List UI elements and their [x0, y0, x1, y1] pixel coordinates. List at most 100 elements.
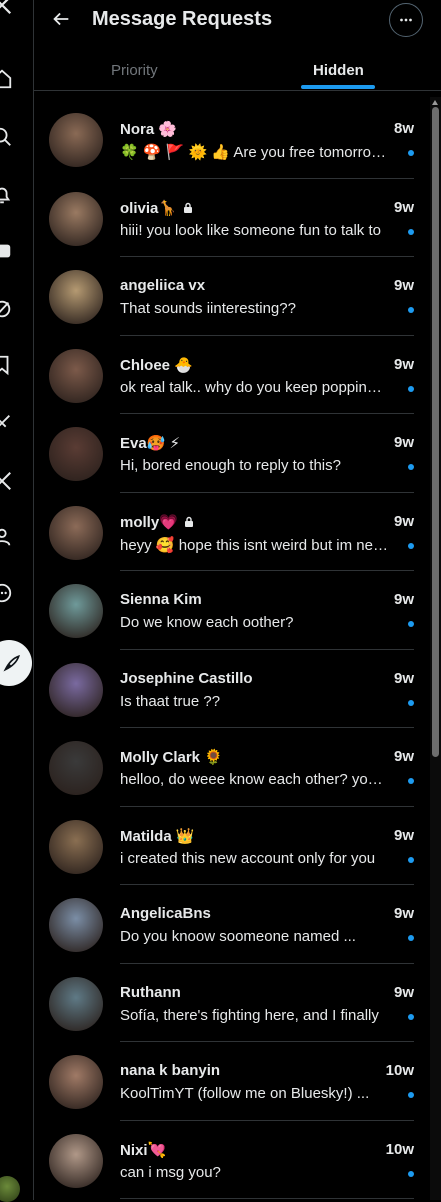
unread-dot — [408, 1170, 414, 1177]
scrollbar[interactable] — [430, 97, 441, 1200]
more-circle-icon[interactable] — [0, 582, 13, 604]
ellipsis-icon — [400, 18, 412, 22]
account-avatar[interactable] — [0, 1176, 20, 1202]
avatar[interactable] — [49, 584, 103, 638]
sender-name-text: angeliica vx — [120, 277, 206, 294]
compose-post-button[interactable] — [0, 640, 32, 686]
sender-name-text: Sienna Kim — [120, 591, 202, 608]
message-preview: helloo, do weee know each other? you loo… — [120, 771, 388, 788]
timestamp: 9w — [393, 983, 414, 1001]
sender-name: nana k banyin — [120, 1062, 220, 1079]
avatar[interactable] — [49, 1055, 103, 1109]
avatar[interactable] — [49, 741, 103, 795]
sender-name-text: olivia🦒 — [120, 199, 178, 217]
message-preview: 🍀 🍄 🚩 🌞 👍 Are you free tomorrow? — [120, 144, 388, 161]
conversation-row[interactable]: Ruthann 9w Sofía, there's fighting here, a… — [34, 964, 430, 1042]
more-options-button[interactable] — [389, 3, 423, 37]
conversation-row[interactable]: Matilda 👑 9w i created this new account on… — [34, 807, 430, 885]
protected-lock-icon — [184, 516, 193, 527]
avatar[interactable] — [49, 505, 103, 560]
message-preview: That sounds iinteresting?? — [120, 300, 296, 317]
conversation-row[interactable]: molly💗 9w heyy 🥰 hope this isnt weird but … — [34, 493, 430, 571]
avatar[interactable] — [49, 976, 103, 1031]
sender-name: Nora 🌸 — [120, 120, 177, 138]
home-icon[interactable] — [0, 68, 13, 90]
unread-dot — [408, 385, 414, 392]
sender-name: molly💗 — [120, 513, 194, 531]
conversation-row[interactable]: Chloee 🐣 9w ok real talk.. why do you keep… — [34, 336, 430, 414]
avatar[interactable] — [49, 1133, 103, 1188]
back-arrow-icon[interactable] — [50, 8, 72, 30]
avatar[interactable] — [49, 191, 103, 246]
sender-name: Chloee 🐣 — [120, 356, 193, 374]
sender-name: Matilda 👑 — [120, 827, 195, 845]
sender-name-text: Matilda 👑 — [120, 827, 195, 845]
communities-icon[interactable] — [0, 412, 13, 434]
unread-dot — [408, 935, 414, 941]
conversation-row[interactable]: olivia🦒 9w hiii! you look like someone fun… — [34, 179, 430, 257]
unread-dot — [408, 150, 414, 156]
sender-name-text: Molly Clark 🌻 — [120, 749, 223, 766]
avatar[interactable] — [49, 427, 103, 481]
avatar[interactable] — [49, 819, 103, 874]
conversation-row[interactable]: Sienna Kim 9w Do we know each oother? — [34, 571, 430, 650]
message-preview: Hi, bored enough to reply to this? — [120, 457, 341, 474]
avatar[interactable] — [49, 662, 103, 717]
sender-name: Eva🥵 ⚡ — [120, 434, 180, 452]
avatar[interactable] — [49, 348, 103, 403]
scrollbar-thumb[interactable] — [432, 107, 439, 757]
conversation-row[interactable]: nana k banyin 10w KoolTimYT (follow me on … — [34, 1042, 430, 1121]
timestamp: 9w — [393, 512, 414, 530]
unread-dot — [408, 778, 414, 784]
tab-hidden[interactable]: Hidden — [313, 62, 364, 79]
conversation-row[interactable]: Eva🥵 ⚡ 9w Hi, bored enough to reply to thi… — [34, 414, 430, 493]
sender-name-text: Nora 🌸 — [120, 121, 178, 138]
active-tab-indicator — [301, 85, 375, 89]
messages-envelope-icon[interactable] — [0, 240, 13, 262]
timestamp: 9w — [393, 198, 414, 216]
avatar[interactable] — [49, 898, 103, 952]
timestamp: 9w — [393, 355, 414, 373]
avatar[interactable] — [49, 270, 103, 324]
sender-name: Molly Clark 🌻 — [120, 748, 223, 766]
sender-name: Sienna Kim — [120, 591, 202, 608]
sender-name-text: Josephine Castillo — [120, 669, 253, 687]
unread-dot — [408, 464, 414, 470]
conversation-row[interactable]: angeliica vx 9w That sounds iinteresting?? — [34, 257, 430, 336]
message-request-list: Nora 🌸 8w 🍀 🍄 🚩 🌞 👍 Are you free tomorrow?… — [34, 100, 430, 1199]
sender-name: Ruthann — [120, 984, 181, 1001]
sender-name-text: molly💗 — [120, 513, 178, 531]
unread-dot — [408, 1013, 414, 1020]
timestamp: 9w — [393, 591, 414, 608]
conversation-row[interactable]: Molly Clark 🌻 9w helloo, do weee know each… — [34, 728, 430, 807]
unread-dot — [408, 228, 414, 235]
unread-dot — [408, 307, 414, 313]
sender-name: Nixi💘 — [120, 1141, 166, 1159]
left-nav-rail — [0, 0, 34, 1202]
avatar[interactable] — [49, 113, 103, 167]
x-logo-icon[interactable] — [0, 0, 13, 16]
notifications-bell-icon[interactable] — [0, 184, 13, 206]
sender-name-text: Chloee 🐣 — [120, 356, 193, 374]
grok-icon[interactable] — [0, 298, 13, 320]
conversation-row[interactable]: Nora 🌸 8w 🍀 🍄 🚩 🌞 👍 Are you free tomorrow? — [34, 100, 430, 179]
conversation-row[interactable]: AngelicaBns 9w Do you knoow soomeone named… — [34, 885, 430, 964]
sender-name: Josephine Castillo — [120, 670, 253, 687]
profile-icon[interactable] — [0, 526, 13, 548]
message-preview: hiii! you look like someone fun to talk … — [120, 221, 381, 239]
timestamp: 9w — [393, 748, 414, 765]
sender-name-text: Nixi💘 — [120, 1141, 167, 1159]
divider — [120, 1198, 414, 1199]
search-icon[interactable] — [0, 126, 13, 148]
conversation-row[interactable]: Nixi💘 10w can i msg you? — [34, 1121, 430, 1199]
protected-lock-icon — [184, 202, 193, 213]
conversation-row[interactable]: Josephine Castillo 9w Is thaat true ?? — [34, 650, 430, 728]
unread-dot — [408, 1092, 414, 1098]
premium-x-icon[interactable] — [0, 470, 13, 492]
bookmarks-icon[interactable] — [0, 354, 13, 376]
scroll-up-arrow-icon[interactable] — [432, 100, 438, 105]
page-title: Message Requests — [92, 8, 273, 30]
tab-bar: Priority Hidden — [34, 50, 441, 91]
tab-priority[interactable]: Priority — [111, 62, 158, 79]
message-preview: heyy 🥰 hope this isnt weird but im new h… — [120, 536, 388, 554]
